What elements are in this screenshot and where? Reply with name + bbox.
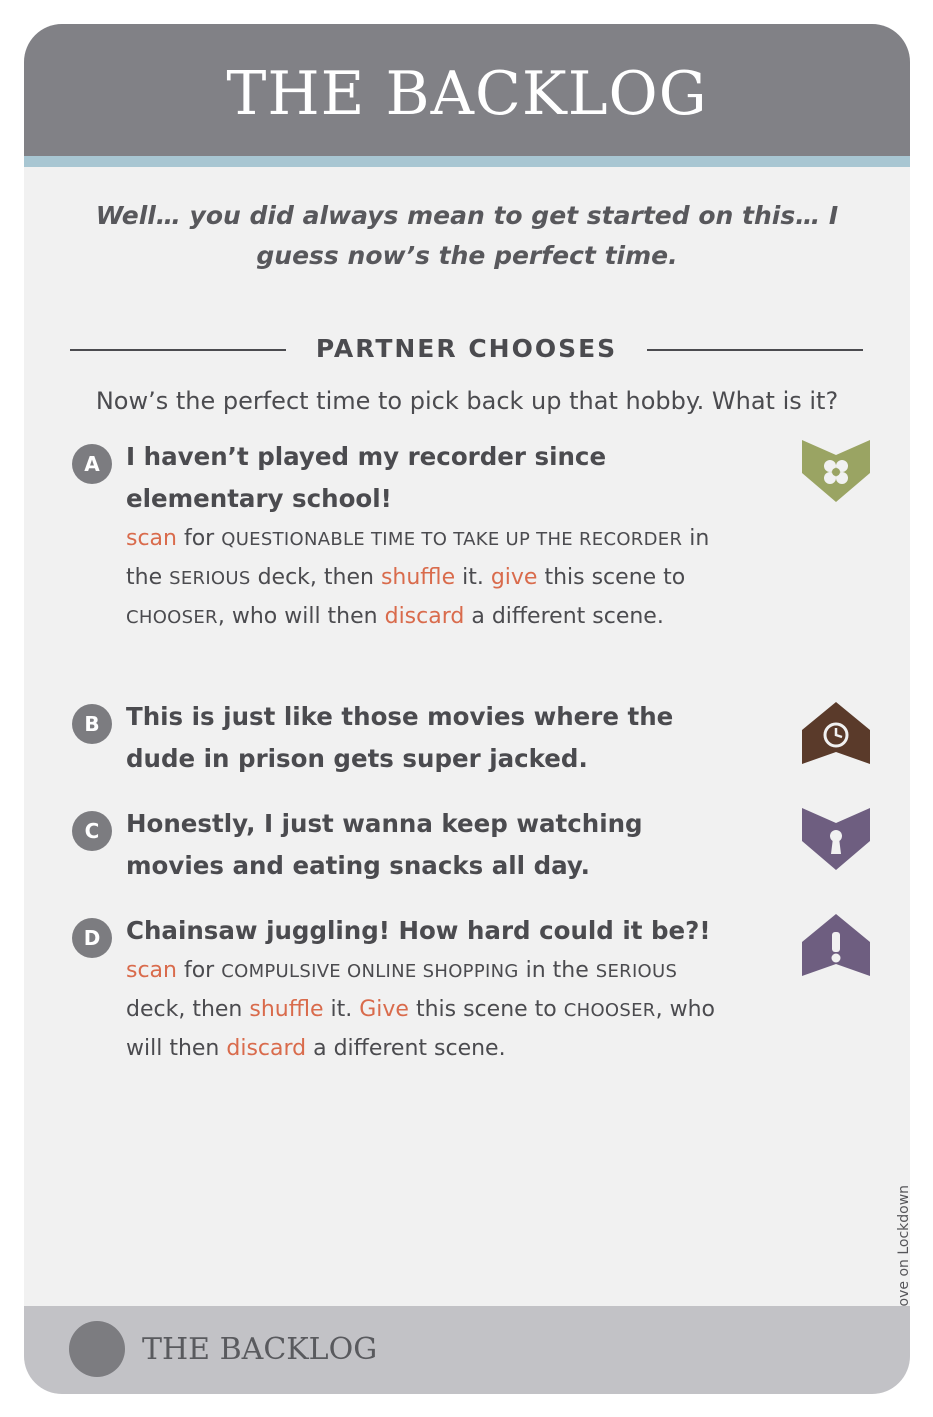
keyword-give: Give	[359, 997, 409, 1022]
keyword-scan: scan	[126, 958, 177, 983]
keyword-discard: discard	[226, 1036, 307, 1061]
flavor-text: Well… you did always mean to get started…	[95, 201, 839, 270]
keyhole-down-icon	[802, 808, 870, 870]
option-title: This is just like those movies where the…	[126, 702, 674, 773]
scene-name: questionable time to take up the recorde…	[221, 529, 683, 550]
card-title: THE BACKLOG	[226, 59, 708, 129]
option-badge: D	[72, 918, 112, 958]
option-badge: A	[72, 444, 112, 484]
prompt-question: Now’s the perfect time to pick back up t…	[95, 387, 839, 415]
player-role: chooser	[563, 1000, 656, 1021]
rule-text: it.	[323, 997, 360, 1022]
rule-text: a different scene.	[464, 604, 664, 629]
rule-text: deck, then	[126, 997, 250, 1022]
exclamation-up-icon	[802, 914, 870, 976]
clock-up-icon	[802, 702, 870, 764]
section-header: PARTNER CHOOSES	[70, 329, 863, 369]
option-title: I haven’t played my recorder since eleme…	[126, 442, 607, 513]
keyword-shuffle: shuffle	[249, 997, 324, 1022]
scene-name: compulsive online shopping	[221, 961, 519, 982]
card-footer: THE BACKLOG	[24, 1306, 910, 1394]
option-rule: scan for compulsive online shopping in t…	[126, 952, 726, 1068]
rule-text: deck, then	[250, 565, 381, 590]
game-title-vertical: Love on Lockdown	[896, 1184, 910, 1314]
option-title: Chainsaw juggling! How hard could it be?…	[126, 916, 711, 945]
rule-text: it.	[455, 565, 491, 590]
keyword-give: give	[490, 565, 538, 590]
rule-text: this scene to	[537, 565, 686, 590]
rule-text: in the	[518, 958, 596, 983]
footer-circle	[69, 1321, 125, 1377]
option-badge: B	[72, 704, 112, 744]
keyword-discard: discard	[384, 604, 465, 629]
footer-title: THE BACKLOG	[142, 1332, 378, 1367]
rule-text: for	[176, 526, 222, 551]
option-title: Honestly, I just wanna keep watching mov…	[126, 809, 643, 880]
flower-down-icon	[802, 440, 870, 502]
option-badge: C	[72, 811, 112, 851]
rule-text: for	[176, 958, 222, 983]
rule-text: a different scene.	[306, 1036, 506, 1061]
deck-name: serious	[595, 961, 678, 982]
keyword-scan: scan	[126, 526, 177, 551]
option-rule: scan for questionable time to take up th…	[126, 520, 726, 637]
keyword-shuffle: shuffle	[380, 565, 456, 590]
section-rule-right	[647, 349, 863, 351]
deck-name: serious	[169, 568, 251, 589]
rule-text: this scene to	[408, 997, 564, 1022]
player-role: chooser	[126, 607, 218, 628]
rule-text: , who will then	[217, 604, 385, 629]
game-card: THE BACKLOG Well… you did always mean to…	[24, 24, 910, 1394]
